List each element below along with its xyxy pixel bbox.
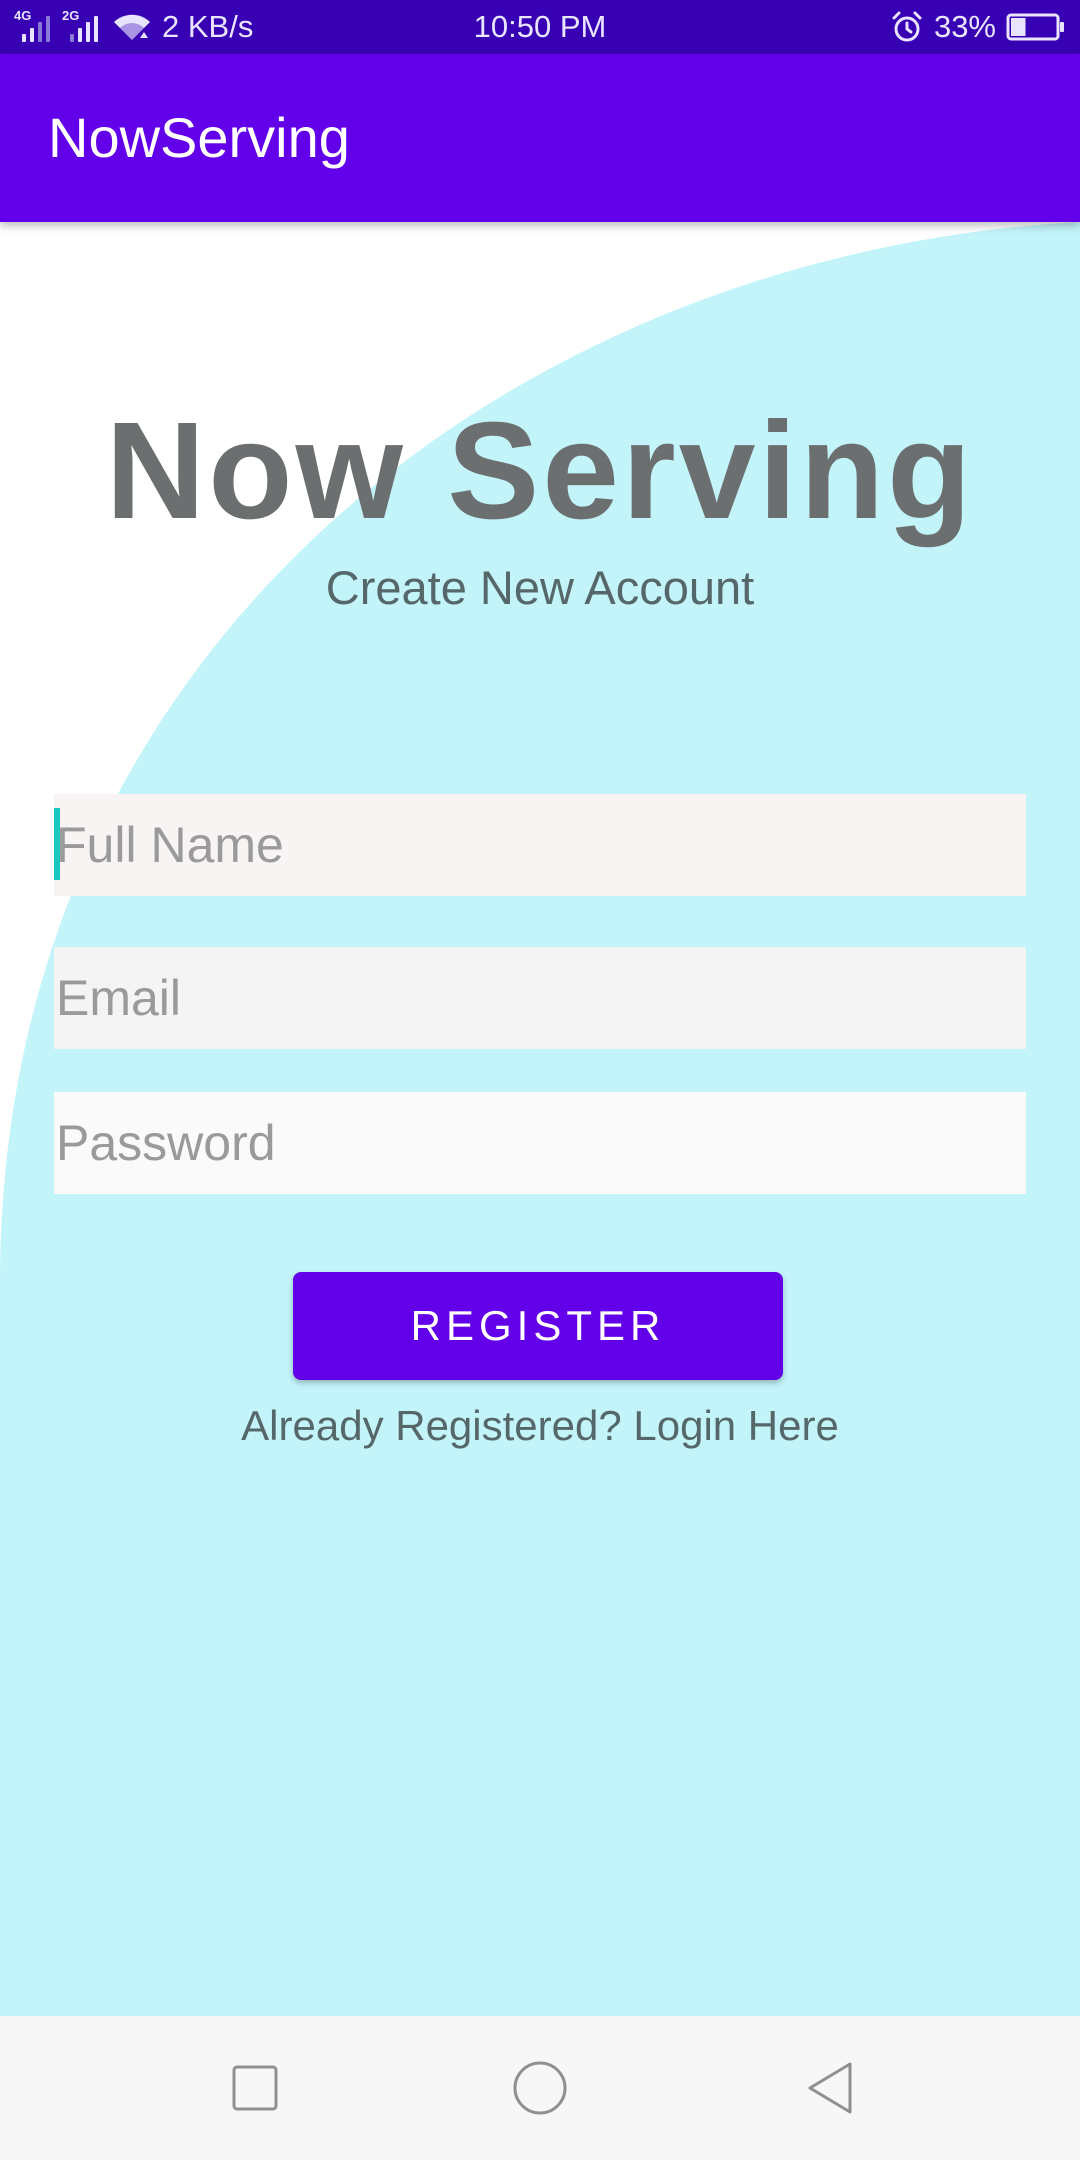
battery-icon — [1006, 13, 1064, 41]
status-right-group: 33% — [890, 0, 1066, 54]
wifi-icon — [114, 14, 150, 41]
app-bar: NowServing — [0, 54, 1080, 222]
network-speed-text: 2 KB/s — [162, 9, 254, 44]
register-button[interactable]: REGISTER — [293, 1272, 783, 1380]
back-button[interactable] — [770, 2016, 890, 2160]
hero-subtitle: Create New Account — [325, 561, 755, 614]
status-left-group: 4G 2G 2 KB/s — [14, 0, 253, 54]
battery-percent-text: 33% — [933, 9, 996, 44]
email-input[interactable] — [54, 947, 1026, 1049]
status-bar: 4G 2G 2 KB/s 10:50 PM 33% — [0, 0, 1080, 54]
hero-title: Now Serving — [105, 394, 975, 548]
system-nav-bar — [0, 2016, 1080, 2160]
home-circle-icon — [513, 2061, 567, 2115]
full-name-input[interactable] — [54, 794, 1026, 896]
app-bar-title: NowServing — [48, 106, 350, 169]
text-cursor — [54, 808, 60, 880]
password-input[interactable] — [54, 1092, 1026, 1194]
recents-button[interactable] — [195, 2016, 315, 2160]
cell-signal-4g-icon: 4G — [14, 8, 54, 46]
register-content: Now Serving Create New Account REGISTER … — [0, 222, 1080, 2016]
alarm-clock-icon — [892, 11, 922, 42]
cell-signal-2g-icon: 2G — [62, 8, 102, 46]
recents-square-icon — [232, 2065, 278, 2111]
register-screen: 4G 2G 2 KB/s 10:50 PM 33% NowServing Now… — [0, 0, 1080, 2160]
login-link[interactable]: Already Registered? Login Here — [0, 1402, 1080, 1450]
home-button[interactable] — [480, 2016, 600, 2160]
back-triangle-icon — [808, 2062, 852, 2114]
